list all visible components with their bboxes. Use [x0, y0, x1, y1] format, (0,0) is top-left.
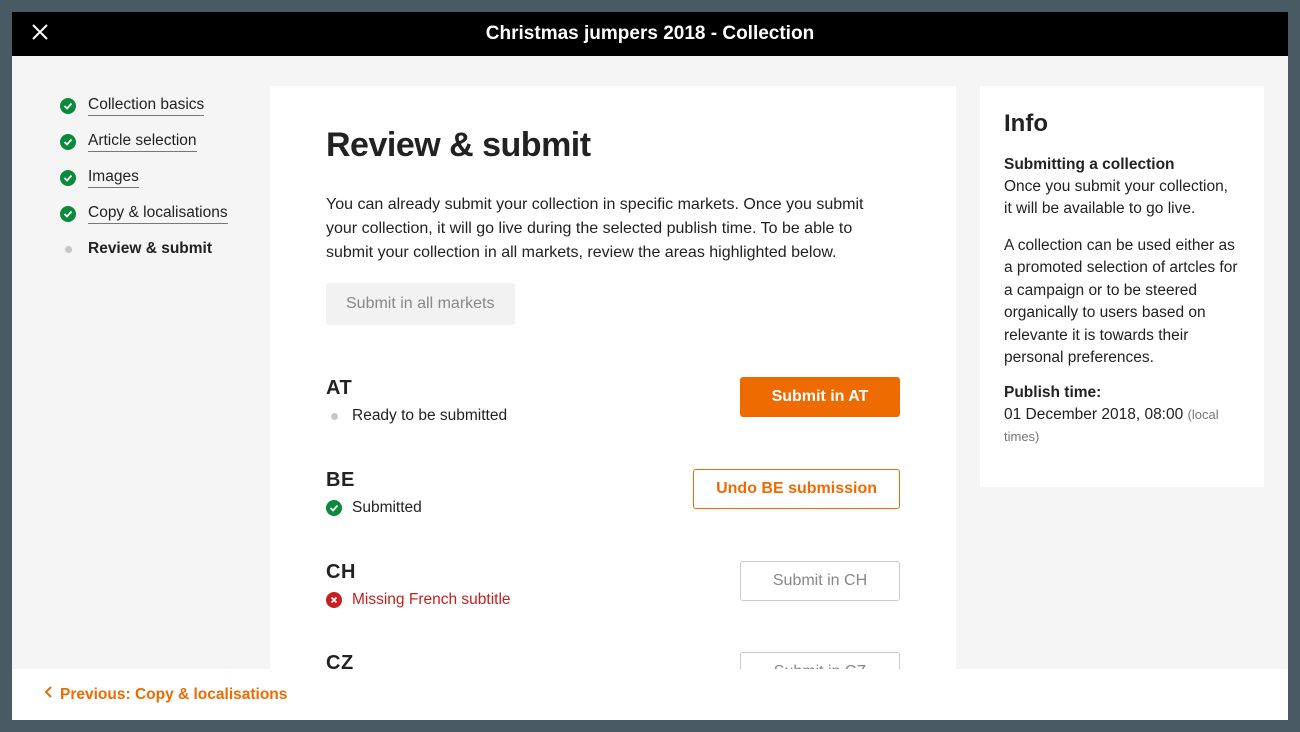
info-text: A collection can be used either as a pro…	[1004, 235, 1240, 370]
close-icon	[31, 23, 49, 45]
publish-time-value: 01 December 2018, 08:00 (local times)	[1004, 404, 1240, 449]
nav-copy-localisations[interactable]: Copy & localisations	[60, 196, 246, 232]
info-heading: Info	[1004, 110, 1240, 138]
intro-text: You can already submit your collection i…	[326, 193, 886, 265]
check-icon	[326, 500, 342, 516]
status-text: Submitted	[352, 496, 422, 521]
modal-header: Christmas jumpers 2018 - Collection	[12, 12, 1288, 56]
market-row-at: AT Ready to be submitted Submit in AT	[326, 357, 900, 449]
undo-be-button[interactable]: Undo BE submission	[693, 469, 900, 509]
prev-label: Previous: Copy & localisations	[60, 686, 287, 704]
error-icon	[326, 592, 342, 608]
info-panel: Info Submitting a collection Once you su…	[980, 86, 1264, 487]
submit-all-button[interactable]: Submit in all markets	[326, 283, 515, 325]
page-title: Review & submit	[326, 126, 900, 165]
status-text: Ready to be submitted	[352, 404, 507, 429]
nav-review-submit[interactable]: Review & submit	[60, 232, 246, 267]
nav-label: Collection basics	[88, 96, 204, 116]
submit-cz-button: Submit in CZ	[740, 652, 900, 669]
main-panel: Review & submit You can already submit y…	[270, 86, 956, 669]
market-row-ch: CH Missing French subtitle Submit in CH	[326, 541, 900, 633]
nav-label: Images	[88, 168, 139, 188]
check-icon	[60, 98, 76, 114]
info-text: Once you submit your collection, it will…	[1004, 176, 1240, 221]
market-info: BE Submitted	[326, 469, 422, 521]
nav-label: Review & submit	[88, 240, 212, 259]
publish-time-text: 01 December 2018, 08:00	[1004, 406, 1183, 423]
market-code: CZ	[326, 652, 506, 669]
close-button[interactable]	[12, 12, 68, 56]
step-sidebar: Collection basics Article selection Imag…	[36, 86, 246, 669]
dot-icon	[331, 413, 338, 420]
market-status: Submitted	[326, 496, 422, 521]
nav-collection-basics[interactable]: Collection basics	[60, 88, 246, 124]
nav-label: Copy & localisations	[88, 204, 228, 224]
modal-title: Christmas jumpers 2018 - Collection	[12, 23, 1288, 45]
status-text: Missing French subtitle	[352, 588, 511, 613]
market-info: CH Missing French subtitle	[326, 561, 511, 613]
nav-images[interactable]: Images	[60, 160, 246, 196]
market-info: CZ Missing Czech title Missing Czech su	[326, 652, 506, 669]
chevron-left-icon	[44, 685, 54, 704]
check-icon	[60, 134, 76, 150]
modal-window: Christmas jumpers 2018 - Collection Coll…	[12, 12, 1288, 720]
market-list: AT Ready to be submitted Submit in AT BE	[326, 357, 900, 669]
check-icon	[60, 170, 76, 186]
previous-step-link[interactable]: Previous: Copy & localisations	[44, 685, 287, 704]
nav-label: Article selection	[88, 132, 197, 152]
modal-body: Collection basics Article selection Imag…	[12, 56, 1288, 669]
publish-time-heading: Publish time:	[1004, 384, 1240, 402]
market-code: CH	[326, 561, 511, 584]
market-info: AT Ready to be submitted	[326, 377, 507, 429]
market-status: Ready to be submitted	[326, 404, 507, 429]
modal-footer: Previous: Copy & localisations	[12, 669, 1288, 720]
dot-icon	[65, 246, 72, 253]
market-code: AT	[326, 377, 507, 400]
check-icon	[60, 206, 76, 222]
submit-ch-button: Submit in CH	[740, 561, 900, 601]
submit-at-button[interactable]: Submit in AT	[740, 377, 900, 417]
market-code: BE	[326, 469, 422, 492]
market-status: Missing French subtitle	[326, 588, 511, 613]
info-submit-heading: Submitting a collection	[1004, 156, 1240, 174]
market-row-be: BE Submitted Undo BE submission	[326, 449, 900, 541]
nav-article-selection[interactable]: Article selection	[60, 124, 246, 160]
market-row-cz: CZ Missing Czech title Missing Czech su	[326, 632, 900, 669]
